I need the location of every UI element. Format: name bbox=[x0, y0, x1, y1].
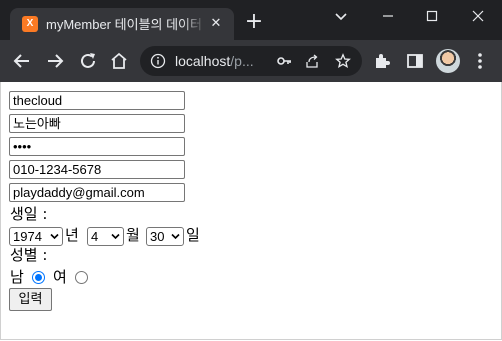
female-label: 여 bbox=[53, 268, 67, 286]
year-unit-label: 년 bbox=[65, 226, 79, 244]
chevron-down-icon bbox=[50, 233, 59, 240]
maximize-icon[interactable] bbox=[420, 4, 444, 28]
info-icon[interactable] bbox=[150, 53, 166, 69]
submit-button[interactable]: 입력 bbox=[9, 288, 52, 311]
phone-input[interactable]: 010-1234-5678 bbox=[9, 160, 185, 179]
reload-icon[interactable] bbox=[76, 49, 100, 73]
url-text[interactable]: localhost/p... bbox=[175, 52, 270, 70]
tab-strip: X myMember 테이블의 데이터 ✕ + bbox=[0, 0, 502, 40]
extensions-puzzle-icon[interactable] bbox=[370, 49, 394, 73]
back-arrow-icon[interactable] bbox=[10, 49, 34, 73]
tab-search-chevron-icon[interactable] bbox=[329, 4, 353, 28]
female-radio[interactable] bbox=[75, 271, 88, 284]
male-radio[interactable] bbox=[32, 271, 45, 284]
browser-toolbar: localhost/p... bbox=[0, 40, 502, 82]
minimize-icon[interactable] bbox=[376, 4, 400, 28]
chevron-down-icon bbox=[171, 233, 180, 240]
birthday-label: 생일 : bbox=[10, 205, 48, 223]
page-content: thecloud 노는아빠 •••• 010-1234-5678 playdad… bbox=[0, 82, 502, 340]
email-input[interactable]: playdaddy@gmail.com bbox=[9, 183, 185, 202]
password-key-icon[interactable] bbox=[276, 53, 292, 69]
birth-year-select[interactable]: 1974 bbox=[9, 227, 63, 246]
url-host: localhost bbox=[175, 53, 231, 69]
tab-active[interactable]: X myMember 테이블의 데이터 ✕ bbox=[10, 8, 234, 40]
bookmark-star-icon[interactable] bbox=[335, 53, 351, 69]
side-panel-icon[interactable] bbox=[403, 49, 427, 73]
birth-year-value: 1974 bbox=[13, 229, 42, 244]
forward-arrow-icon[interactable] bbox=[43, 49, 67, 73]
id-input[interactable]: thecloud bbox=[9, 91, 185, 110]
birth-month-select[interactable]: 4 bbox=[87, 227, 124, 246]
male-label: 남 bbox=[10, 268, 24, 286]
day-unit-label: 일 bbox=[186, 226, 200, 244]
url-path: /p... bbox=[230, 53, 254, 69]
share-icon[interactable] bbox=[304, 53, 320, 69]
gender-label: 성별 : bbox=[10, 246, 48, 264]
window-close-icon[interactable] bbox=[466, 4, 490, 28]
tab-close-icon[interactable]: ✕ bbox=[208, 16, 224, 32]
chevron-down-icon bbox=[111, 233, 120, 240]
home-icon[interactable] bbox=[107, 49, 131, 73]
profile-avatar[interactable] bbox=[436, 49, 460, 73]
new-tab-button[interactable]: + bbox=[243, 11, 265, 33]
nickname-input[interactable]: 노는아빠 bbox=[9, 114, 185, 133]
address-bar[interactable]: localhost/p... bbox=[140, 46, 362, 76]
birth-month-value: 4 bbox=[91, 229, 99, 244]
month-unit-label: 월 bbox=[126, 226, 140, 244]
birth-day-select[interactable]: 30 bbox=[146, 227, 184, 246]
password-input[interactable]: •••• bbox=[9, 137, 185, 156]
kebab-menu-icon[interactable] bbox=[468, 49, 492, 73]
birth-day-value: 30 bbox=[150, 229, 165, 244]
xampp-favicon-icon: X bbox=[22, 16, 38, 32]
tab-title: myMember 테이블의 데이터 bbox=[46, 17, 202, 32]
